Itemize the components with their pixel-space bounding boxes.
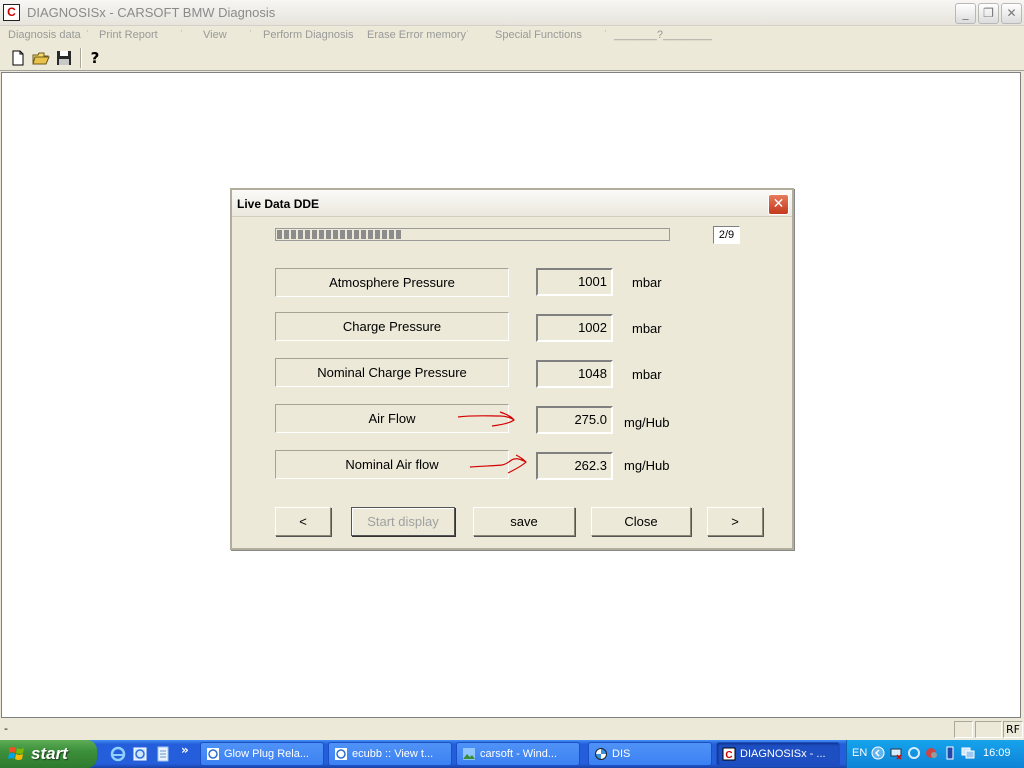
bmw-icon	[595, 748, 607, 760]
status-pane	[954, 721, 973, 738]
menu-separator: ·	[466, 27, 469, 37]
quick-launch-more[interactable]: »	[181, 743, 189, 757]
ie-page-icon	[335, 748, 347, 760]
task-label: DIAGNOSISx - ...	[740, 748, 826, 760]
new-icon[interactable]	[8, 48, 28, 68]
status-pane-rf: RF	[1003, 721, 1023, 738]
menu-diagnosis-data[interactable]: Diagnosis data	[8, 29, 81, 41]
param-value-nominal-air-flow: 262.3	[536, 452, 613, 480]
menu-view[interactable]: View	[203, 29, 227, 41]
live-data-dialog: Live Data DDE ✕ 2/9 Atmosphere Pressure …	[230, 188, 794, 550]
notepad-icon[interactable]	[155, 746, 171, 762]
menu-separator: ·	[604, 27, 607, 37]
clock[interactable]: 16:09	[983, 747, 1011, 759]
task-glow-plug[interactable]: Glow Plug Rela...	[200, 742, 324, 766]
sync-icon[interactable]	[907, 746, 921, 760]
ie-page-icon	[207, 748, 219, 760]
param-value-charge-pressure: 1002	[536, 314, 613, 342]
param-label-charge-pressure: Charge Pressure	[275, 312, 509, 341]
toolbar: ?	[0, 45, 1024, 71]
annotation-arrow-air-flow	[457, 411, 515, 427]
task-label: DIS	[612, 748, 631, 760]
minimize-button[interactable]: _	[955, 3, 976, 24]
system-tray: EN 16:09	[846, 740, 1024, 768]
status-bar: - RF	[0, 719, 1024, 740]
title-bar: C DIAGNOSISx - CARSOFT BMW Diagnosis _ ❐…	[0, 0, 1024, 26]
carsoft-icon: C	[722, 747, 736, 761]
dialog-title-bar: Live Data DDE ✕	[232, 190, 792, 217]
menu-print-report[interactable]: Print Report	[99, 29, 158, 41]
param-unit-nominal-air-flow: mg/Hub	[624, 458, 670, 473]
taskbar: start » Glow Plug Rela... ecubb :: View …	[0, 740, 1024, 768]
start-label: start	[31, 744, 68, 763]
param-value-atmosphere-pressure: 1001	[536, 268, 613, 296]
annotation-arrow-nominal-air-flow	[469, 454, 527, 474]
task-dis[interactable]: DIS	[588, 742, 712, 766]
menu-bar: Diagnosis data · Print Report · View · P…	[0, 26, 1024, 45]
param-unit-nominal-charge-pressure: mbar	[632, 367, 662, 382]
status-text: -	[4, 722, 8, 735]
menu-special-functions[interactable]: Special Functions	[495, 29, 582, 41]
page-counter: 2/9	[713, 226, 740, 244]
next-button[interactable]: >	[707, 507, 763, 536]
param-label-nominal-charge-pressure: Nominal Charge Pressure	[275, 358, 509, 387]
menu-separator: ·	[249, 27, 252, 37]
security-icon[interactable]	[925, 746, 939, 760]
windows-flag-icon	[8, 747, 24, 760]
restore-button[interactable]: ❐	[978, 3, 999, 24]
close-window-button[interactable]: ✕	[1001, 3, 1022, 24]
param-value-air-flow: 275.0	[536, 406, 613, 434]
start-button[interactable]: start	[0, 740, 97, 768]
dialog-close-button[interactable]: ✕	[768, 194, 789, 215]
carsoft-app-icon[interactable]: C	[3, 4, 20, 21]
help-icon[interactable]: ?	[85, 48, 105, 68]
previous-button[interactable]: <	[275, 507, 331, 536]
close-button[interactable]: Close	[591, 507, 691, 536]
menu-separator: ·	[180, 27, 183, 37]
progress-fill	[277, 230, 402, 239]
task-carsoft-window[interactable]: carsoft - Wind...	[456, 742, 580, 766]
task-label: ecubb :: View t...	[352, 748, 434, 760]
menu-separator: ·	[86, 27, 89, 37]
task-label: carsoft - Wind...	[480, 748, 558, 760]
param-unit-atmosphere-pressure: mbar	[632, 275, 662, 290]
task-diagnosisx[interactable]: C DIAGNOSISx - ...	[716, 742, 840, 766]
task-label: Glow Plug Rela...	[224, 748, 309, 760]
param-value-nominal-charge-pressure: 1048	[536, 360, 613, 388]
menu-perform-diagnosis[interactable]: Perform Diagnosis	[263, 29, 353, 41]
ie-alt-icon[interactable]	[132, 746, 148, 762]
progress-bar	[275, 228, 670, 241]
usb-icon[interactable]	[943, 746, 957, 760]
status-pane	[975, 721, 1002, 738]
param-unit-charge-pressure: mbar	[632, 321, 662, 336]
save-icon[interactable]	[54, 48, 74, 68]
tray-collapse-icon[interactable]	[871, 746, 885, 760]
display-icon[interactable]	[961, 746, 975, 760]
svg-text:C: C	[725, 750, 732, 761]
task-ecubb[interactable]: ecubb :: View t...	[328, 742, 452, 766]
start-display-button[interactable]: Start display	[351, 507, 455, 536]
param-unit-air-flow: mg/Hub	[624, 415, 670, 430]
toolbar-separator	[80, 48, 82, 68]
language-indicator[interactable]: EN	[852, 747, 867, 759]
ie-icon[interactable]	[110, 746, 126, 762]
menu-erase-error-memory[interactable]: Erase Error memory	[367, 29, 466, 41]
dialog-title: Live Data DDE	[237, 197, 320, 211]
open-icon[interactable]	[31, 48, 51, 68]
window-title: DIAGNOSISx - CARSOFT BMW Diagnosis	[27, 5, 276, 20]
save-button[interactable]: save	[473, 507, 575, 536]
menu-help[interactable]: _______?________	[614, 29, 712, 41]
network-icon[interactable]	[889, 746, 903, 760]
picture-icon	[463, 748, 475, 760]
param-label-atmosphere-pressure: Atmosphere Pressure	[275, 268, 509, 297]
